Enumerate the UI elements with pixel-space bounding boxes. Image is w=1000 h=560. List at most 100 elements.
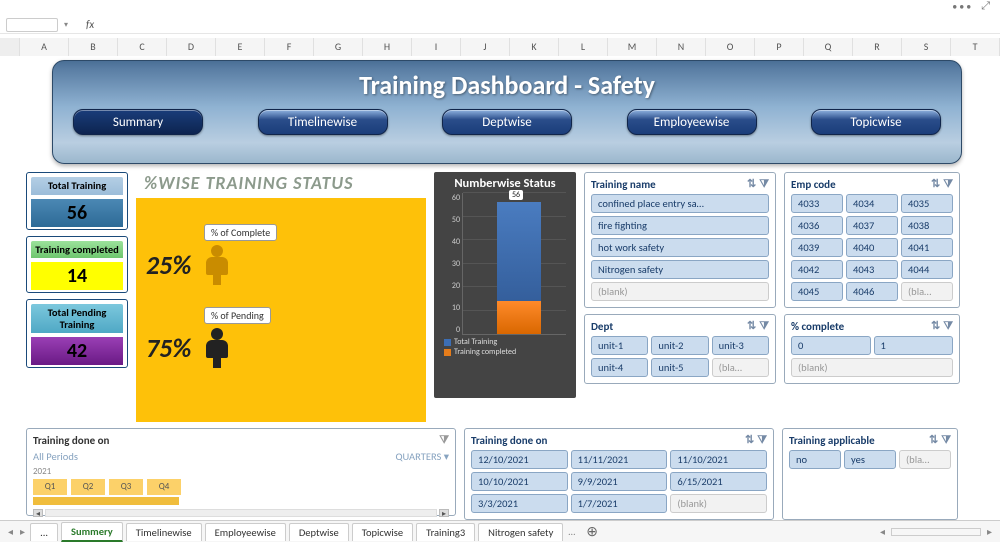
col-header[interactable]: T bbox=[951, 38, 1000, 56]
timeline-q[interactable]: Q4 bbox=[147, 479, 181, 495]
slicer-item[interactable]: unit-4 bbox=[591, 358, 648, 377]
col-header[interactable]: B bbox=[69, 38, 118, 56]
sheet-tab[interactable]: Deptwise bbox=[289, 523, 349, 541]
col-header[interactable]: D bbox=[167, 38, 216, 56]
clear-filter-icon[interactable]: ⧩ bbox=[759, 319, 769, 333]
col-header[interactable]: A bbox=[20, 38, 69, 56]
clear-filter-icon[interactable]: ⧩ bbox=[941, 433, 951, 447]
col-header[interactable]: O bbox=[706, 38, 755, 56]
hscroll-left-icon[interactable]: ◂ bbox=[878, 525, 887, 538]
slicer-training-done-on[interactable]: Training done on ⇅⧩ 12/10/2021 11/11/202… bbox=[464, 428, 774, 520]
multiselect-icon[interactable]: ⇅ bbox=[929, 433, 938, 447]
nav-employeewise[interactable]: Employeewise bbox=[627, 109, 757, 135]
sheet-tab[interactable]: Employeewise bbox=[205, 523, 286, 541]
col-header[interactable]: C bbox=[118, 38, 167, 56]
slicer-dept[interactable]: Dept ⇅⧩ unit-1 unit-2 unit-3 unit-4 unit… bbox=[584, 314, 776, 384]
scroll-left-icon[interactable]: ◂ bbox=[33, 509, 43, 517]
timeline-q[interactable]: Q1 bbox=[33, 479, 67, 495]
worksheet-area[interactable]: Training Dashboard - Safety Summary Time… bbox=[0, 56, 1000, 542]
slicer-item-blank[interactable]: (blank) bbox=[670, 494, 767, 513]
slicer-item-blank[interactable]: (blank) bbox=[791, 358, 953, 377]
timeline-q[interactable]: Q3 bbox=[109, 479, 143, 495]
slicer-item-blank[interactable]: (bla… bbox=[899, 450, 951, 469]
slicer-item[interactable]: 11/10/2021 bbox=[670, 450, 767, 469]
slicer-pct-complete[interactable]: % complete ⇅⧩ 0 1 (blank) bbox=[784, 314, 960, 384]
slicer-item-blank[interactable]: (bla… bbox=[901, 282, 953, 301]
col-header[interactable]: P bbox=[755, 38, 804, 56]
tab-nav-left-icon[interactable]: ◂ bbox=[6, 525, 15, 538]
col-header[interactable]: M bbox=[608, 38, 657, 56]
slicer-item[interactable]: 0 bbox=[791, 336, 871, 355]
col-header[interactable]: L bbox=[559, 38, 608, 56]
slicer-item[interactable]: 4040 bbox=[846, 238, 898, 257]
multiselect-icon[interactable]: ⇅ bbox=[931, 319, 940, 333]
slicer-item[interactable]: 4041 bbox=[901, 238, 953, 257]
name-box-dropdown-icon[interactable]: ▾ bbox=[64, 20, 68, 30]
slicer-item[interactable]: 11/11/2021 bbox=[571, 450, 668, 469]
slicer-item[interactable]: yes bbox=[844, 450, 896, 469]
slicer-item[interactable]: hot work safety bbox=[591, 238, 769, 257]
slicer-item[interactable]: unit-1 bbox=[591, 336, 648, 355]
slicer-item[interactable]: 12/10/2021 bbox=[471, 450, 568, 469]
slicer-item[interactable]: 4033 bbox=[791, 194, 843, 213]
tab-overflow-icon[interactable]: … bbox=[566, 525, 577, 538]
slicer-item[interactable]: 4036 bbox=[791, 216, 843, 235]
slicer-item[interactable]: 4046 bbox=[846, 282, 898, 301]
sheet-tab[interactable]: Training3 bbox=[416, 523, 475, 541]
slicer-training-applicable[interactable]: Training applicable ⇅⧩ no yes (bla… bbox=[782, 428, 958, 520]
slicer-item[interactable]: 4042 bbox=[791, 260, 843, 279]
window-collapse-icon[interactable]: ⤢ bbox=[981, 0, 990, 13]
hscroll-right-icon[interactable]: ▸ bbox=[985, 525, 994, 538]
formula-input[interactable] bbox=[100, 24, 994, 25]
slicer-item[interactable]: 6/15/2021 bbox=[670, 472, 767, 491]
nav-topicwise[interactable]: Topicwise bbox=[811, 109, 941, 135]
slicer-item-blank[interactable]: (blank) bbox=[591, 282, 769, 301]
slicer-training-name[interactable]: Training name ⇅⧩ confined place entry sa… bbox=[584, 172, 776, 308]
slicer-item[interactable]: 4043 bbox=[846, 260, 898, 279]
slicer-item[interactable]: confined place entry sa… bbox=[591, 194, 769, 213]
sheet-tab[interactable]: Timelinewise bbox=[126, 523, 202, 541]
tab-nav-right-icon[interactable]: ▸ bbox=[18, 525, 27, 538]
slicer-item[interactable]: 4038 bbox=[901, 216, 953, 235]
col-header[interactable]: Q bbox=[804, 38, 853, 56]
slicer-item[interactable]: 4044 bbox=[901, 260, 953, 279]
multiselect-icon[interactable]: ⇅ bbox=[747, 319, 756, 333]
slicer-item[interactable]: 3/3/2021 bbox=[471, 494, 568, 513]
sheet-tab[interactable]: ... bbox=[30, 523, 58, 541]
col-header[interactable]: E bbox=[216, 38, 265, 56]
col-header[interactable]: S bbox=[902, 38, 951, 56]
scrollbar[interactable] bbox=[45, 509, 437, 517]
col-header[interactable]: N bbox=[657, 38, 706, 56]
col-header[interactable]: H bbox=[363, 38, 412, 56]
timeline-q[interactable]: Q2 bbox=[71, 479, 105, 495]
slicer-item[interactable]: unit-3 bbox=[712, 336, 769, 355]
slicer-item[interactable]: no bbox=[789, 450, 841, 469]
slicer-item[interactable]: fire fighting bbox=[591, 216, 769, 235]
slicer-emp-code[interactable]: Emp code ⇅⧩ 4033 4034 4035 4036 4037 403… bbox=[784, 172, 960, 308]
col-header[interactable]: F bbox=[265, 38, 314, 56]
multiselect-icon[interactable]: ⇅ bbox=[745, 433, 754, 447]
multiselect-icon[interactable]: ⇅ bbox=[931, 177, 940, 191]
slicer-item[interactable]: Nitrogen safety bbox=[591, 260, 769, 279]
hscroll-track[interactable] bbox=[891, 528, 981, 536]
slicer-item[interactable]: 10/10/2021 bbox=[471, 472, 568, 491]
timeline-track[interactable] bbox=[33, 497, 179, 505]
clear-filter-icon[interactable]: ⧩ bbox=[439, 433, 449, 447]
sheet-tab[interactable]: Nitrogen safety bbox=[478, 523, 563, 541]
clear-filter-icon[interactable]: ⧩ bbox=[943, 177, 953, 191]
nav-timelinewise[interactable]: Timelinewise bbox=[258, 109, 388, 135]
sheet-tab-summery[interactable]: Summery bbox=[61, 522, 123, 542]
slicer-item[interactable]: 9/9/2021 bbox=[571, 472, 668, 491]
name-box[interactable] bbox=[6, 18, 58, 32]
slicer-item[interactable]: 1 bbox=[874, 336, 954, 355]
col-header[interactable]: J bbox=[461, 38, 510, 56]
add-sheet-button[interactable]: ⊕ bbox=[580, 523, 604, 540]
nav-summary[interactable]: Summary bbox=[73, 109, 203, 135]
sheet-tab[interactable]: Topicwise bbox=[352, 523, 413, 541]
slicer-item[interactable]: 4037 bbox=[846, 216, 898, 235]
select-all-corner[interactable] bbox=[0, 38, 20, 56]
scroll-right-icon[interactable]: ▸ bbox=[439, 509, 449, 517]
nav-deptwise[interactable]: Deptwise bbox=[442, 109, 572, 135]
col-header[interactable]: K bbox=[510, 38, 559, 56]
clear-filter-icon[interactable]: ⧩ bbox=[943, 319, 953, 333]
